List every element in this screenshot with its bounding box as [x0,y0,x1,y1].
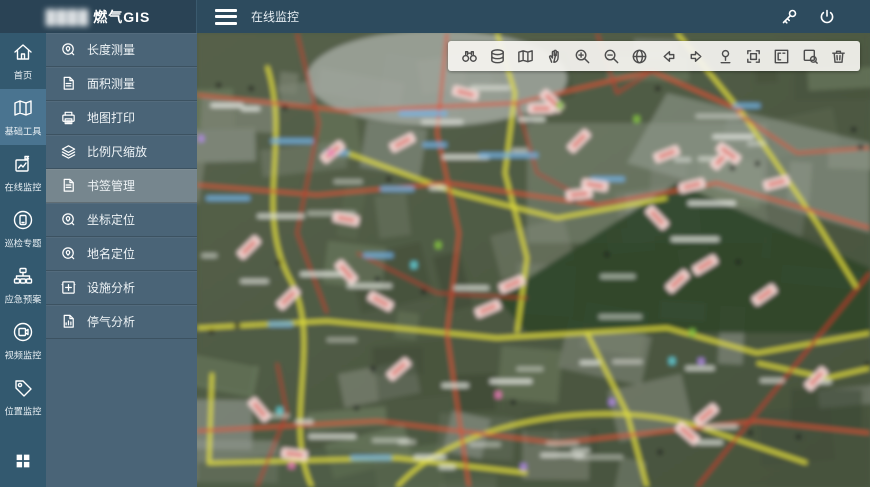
hamburger-menu-icon[interactable] [215,9,237,25]
bookmark-doc-icon [60,177,77,194]
power-icon[interactable] [818,8,836,26]
key-icon[interactable] [780,8,798,26]
home-icon [12,41,34,63]
pin-badge-icon [60,245,77,262]
sidebar-item-2[interactable]: 在线监控 [0,145,46,201]
monitor-chart-icon [12,153,34,175]
fullscreen-frame-icon[interactable] [743,45,765,67]
satellite-map-canvas[interactable] [197,33,870,487]
menu-item-8[interactable]: 停气分析 [46,305,197,339]
body: 首页基础工具在线监控巡检专题应急预案视频监控位置监控 长度测量面积测量地图打印比… [0,33,870,487]
header-main: 在线监控 [197,0,870,33]
inspection-icon [12,209,34,231]
menu-item-label: 长度测量 [87,41,135,58]
pin-badge-icon [60,41,77,58]
zoom-out-icon[interactable] [600,45,622,67]
pan-hand-icon[interactable] [543,45,565,67]
square-plus-icon [60,279,77,296]
sidebar-item-3[interactable]: 巡检专题 [0,201,46,257]
sidebar-item-label: 首页 [14,67,32,81]
menu-item-label: 书签管理 [87,177,135,194]
sidebar-item-1[interactable]: 基础工具 [0,89,46,145]
overview-binoculars-icon[interactable] [458,45,480,67]
menu-item-1[interactable]: 面积测量 [46,67,197,101]
pin-badge-icon [60,211,77,228]
zoom-in-icon[interactable] [572,45,594,67]
menu-item-6[interactable]: 地名定位 [46,237,197,271]
sidebar-item-label: 巡检专题 [5,235,42,249]
sidebar-item-label: 视频监控 [5,347,42,361]
header: ████ 燃气GIS 在线监控 [0,0,870,33]
layers-icon [60,143,77,160]
full-extent-globe-icon[interactable] [629,45,651,67]
menu-item-7[interactable]: 设施分析 [46,271,197,305]
map-tools-icon [12,97,34,119]
menu-item-4[interactable]: 书签管理 [46,169,197,203]
menu-item-label: 比例尺缩放 [87,143,147,160]
tools-menu-panel: 长度测量面积测量地图打印比例尺缩放书签管理坐标定位地名定位设施分析停气分析 [46,33,197,487]
location-tag-icon [12,377,34,399]
document-icon [60,75,77,92]
app-window: ████ 燃气GIS 在线监控 首页基础工具在线监控巡检专题应急预案视频监控位置… [0,0,870,487]
previous-view-icon[interactable] [657,45,679,67]
sidebar-icon-rail: 首页基础工具在线监控巡检专题应急预案视频监控位置监控 [0,33,46,487]
menu-item-label: 停气分析 [87,313,135,330]
sidebar-item-label: 位置监控 [5,403,42,417]
printer-icon [60,109,77,126]
next-view-icon[interactable] [686,45,708,67]
doc-chart-icon [60,313,77,330]
sidebar-item-label: 基础工具 [5,123,42,137]
menu-item-label: 坐标定位 [87,211,135,228]
basemap-icon[interactable] [515,45,537,67]
menu-item-label: 设施分析 [87,279,135,296]
sidebar-item-4[interactable]: 应急预案 [0,257,46,313]
sidebar-item-5[interactable]: 视频监控 [0,313,46,369]
locate-pin-icon[interactable] [714,45,736,67]
sidebar-item-0[interactable]: 首页 [0,33,46,89]
org-network-icon [12,265,34,287]
video-monitor-icon [12,321,34,343]
sidebar-item-label: 在线监控 [5,179,42,193]
menu-item-label: 地图打印 [87,109,135,126]
apps-grid-icon[interactable] [0,435,46,487]
app-title-text: 燃气GIS [93,7,150,27]
header-right-icons [780,8,836,26]
app-title: ████ 燃气GIS [0,0,197,33]
menu-item-label: 地名定位 [87,245,135,262]
clip-extent-icon[interactable] [771,45,793,67]
layers-cylinder-icon[interactable] [486,45,508,67]
sidebar-item-6[interactable]: 位置监控 [0,369,46,425]
map-viewport[interactable] [197,33,870,487]
menu-item-5[interactable]: 坐标定位 [46,203,197,237]
sidebar-item-label: 应急预案 [5,291,42,305]
menu-item-2[interactable]: 地图打印 [46,101,197,135]
menu-item-0[interactable]: 长度测量 [46,33,197,67]
redacted-city-name: ████ [46,9,90,25]
menu-item-label: 面积测量 [87,75,135,92]
identify-query-icon[interactable] [799,45,821,67]
menu-item-3[interactable]: 比例尺缩放 [46,135,197,169]
header-tab-online-monitoring[interactable]: 在线监控 [251,8,299,25]
clear-trash-icon[interactable] [828,45,850,67]
map-toolbar [448,41,860,71]
